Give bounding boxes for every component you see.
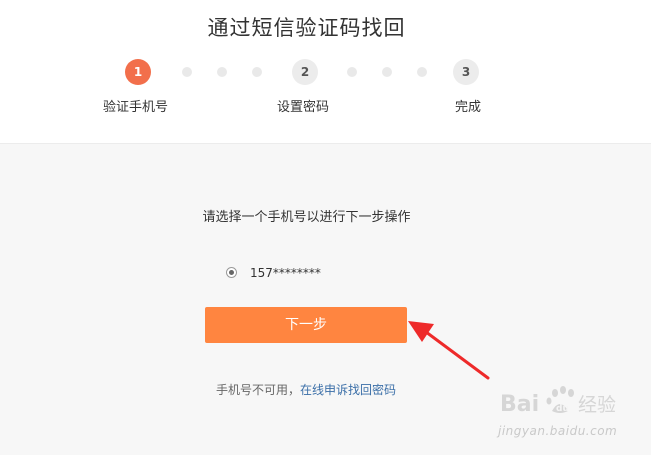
baidu-jingyan-watermark-logo: Bai du 经验	[500, 386, 616, 417]
step-connector-dot	[252, 67, 262, 77]
step-connector-dot	[182, 67, 192, 77]
header-section: 通过短信验证码找回 1 2 3 验证手机号 设置密码 完成	[0, 0, 651, 143]
watermark-url: jingyan.baidu.com	[498, 424, 618, 438]
step-2-label: 设置密码	[277, 100, 330, 115]
step-3-circle: 3	[453, 59, 479, 85]
red-arrow-annotation	[408, 321, 490, 380]
step-1-label: 验证手机号	[103, 100, 169, 115]
step-connector-dot	[417, 67, 427, 77]
step-3-label: 完成	[455, 100, 482, 115]
svg-text:经验: 经验	[578, 394, 616, 416]
online-appeal-link[interactable]: 在线申诉找回密码	[300, 383, 396, 397]
phone-radio-button[interactable]	[226, 267, 237, 278]
step-1-circle: 1	[125, 59, 151, 85]
phone-number-option[interactable]: 157********	[250, 266, 321, 280]
footer-note: 手机号不可用，在线申诉找回密码	[216, 381, 396, 398]
page-title: 通过短信验证码找回	[207, 16, 406, 40]
phone-unavailable-text: 手机号不可用，	[216, 383, 301, 397]
step-connector-dot	[382, 67, 392, 77]
instruction-text: 请选择一个手机号以进行下一步操作	[202, 210, 411, 225]
step-connector-dot	[217, 67, 227, 77]
step-connector-dot	[347, 67, 357, 77]
next-step-button[interactable]: 下一步	[205, 307, 407, 343]
svg-text:Bai: Bai	[500, 392, 539, 417]
step-2-circle: 2	[292, 59, 318, 85]
svg-text:du: du	[556, 404, 569, 414]
